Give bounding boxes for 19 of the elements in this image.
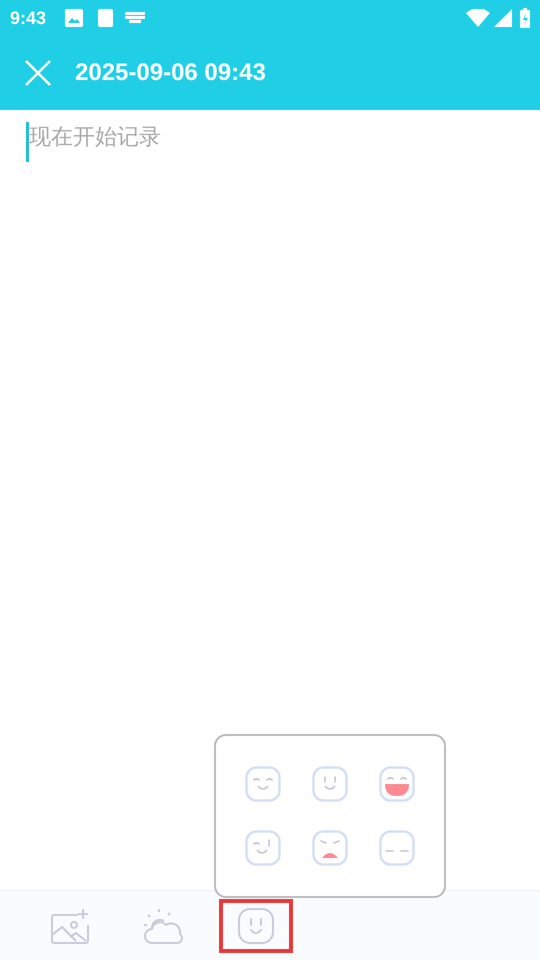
emoji-icon[interactable] bbox=[245, 766, 282, 802]
wifi-icon bbox=[466, 9, 490, 27]
emoji-icon[interactable] bbox=[378, 766, 415, 802]
smiley-icon bbox=[237, 906, 275, 944]
close-icon bbox=[25, 60, 51, 86]
header-title: 2025-09-06 09:43 bbox=[75, 58, 266, 88]
status-time: 9:43 bbox=[10, 6, 46, 30]
emoji-icon[interactable] bbox=[378, 830, 415, 866]
emoji-icon[interactable] bbox=[312, 766, 348, 802]
close-button[interactable] bbox=[24, 59, 52, 87]
emoji-icon[interactable] bbox=[312, 830, 348, 866]
add-image-icon bbox=[50, 906, 90, 944]
note-input[interactable]: 现在开始记录 bbox=[26, 122, 514, 162]
emoji-icon[interactable] bbox=[245, 830, 282, 866]
signal-icon bbox=[494, 9, 512, 27]
image-icon bbox=[65, 9, 84, 27]
weather-icon bbox=[142, 906, 184, 944]
battery-icon bbox=[520, 8, 530, 28]
toolbar-button[interactable] bbox=[219, 898, 293, 952]
